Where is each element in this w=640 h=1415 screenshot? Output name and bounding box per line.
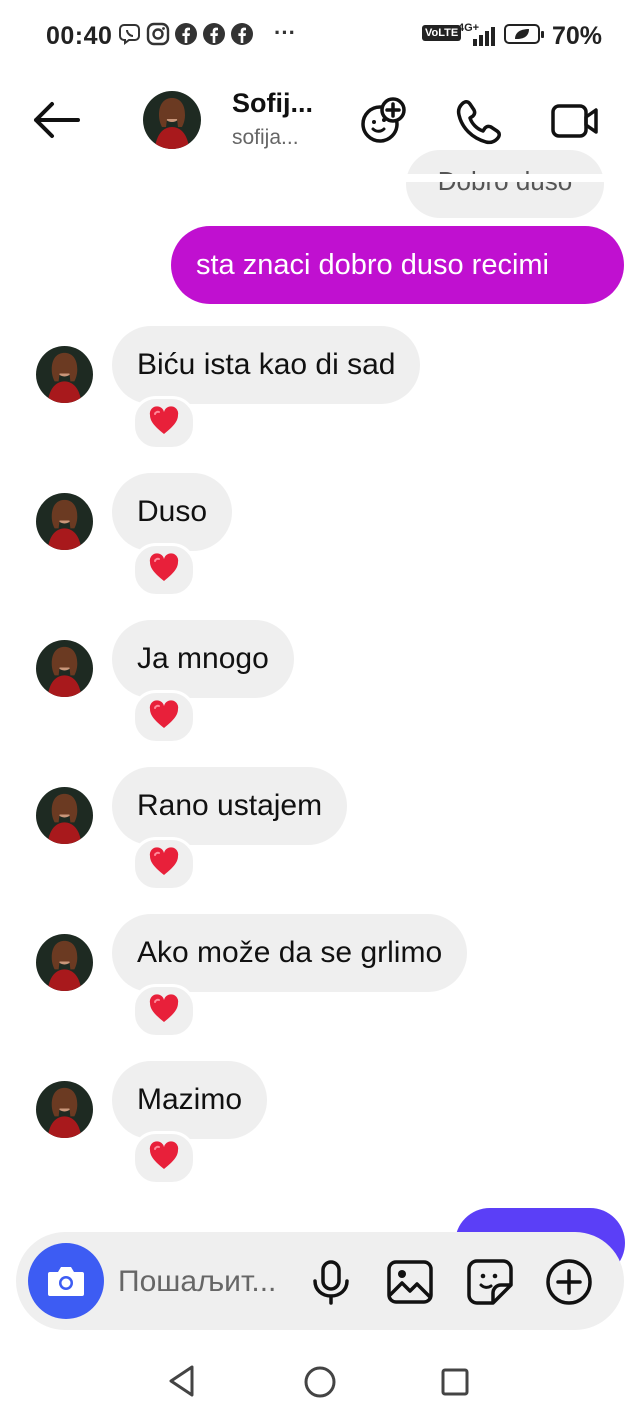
received-message-bubble[interactable]: Ako može da se grlimo	[112, 914, 468, 992]
contact-avatar[interactable]	[143, 91, 201, 149]
sender-avatar[interactable]	[36, 934, 93, 991]
sender-avatar[interactable]	[36, 640, 93, 697]
plus-circle-icon	[546, 1259, 592, 1305]
arrow-left-icon	[34, 102, 80, 138]
gallery-button[interactable]	[385, 1257, 435, 1307]
battery-level: 70%	[552, 22, 603, 50]
viber-icon	[118, 22, 142, 46]
nav-home-button[interactable]	[303, 1365, 337, 1404]
video-call-button[interactable]	[550, 96, 600, 146]
video-camera-icon	[551, 104, 598, 138]
nav-recents-button[interactable]	[440, 1367, 470, 1402]
image-icon	[387, 1260, 433, 1304]
circle-home-icon	[304, 1366, 336, 1398]
nav-back-button[interactable]	[166, 1364, 198, 1403]
heart-icon	[148, 993, 180, 1029]
heart-reaction-badge[interactable]	[132, 984, 196, 1038]
audio-call-button[interactable]	[454, 96, 504, 146]
heart-icon	[148, 1140, 180, 1176]
sender-avatar[interactable]	[36, 787, 93, 844]
heart-reaction-badge[interactable]	[132, 396, 196, 450]
instagram-icon	[146, 22, 170, 46]
received-message-bubble[interactable]: Rano ustajem	[112, 767, 348, 845]
previous-message-bubble[interactable]: Dobro duso	[406, 150, 604, 218]
microphone-icon	[313, 1260, 349, 1305]
message-input[interactable]	[118, 1258, 294, 1306]
square-recents-icon	[441, 1368, 469, 1396]
more-notifications-icon: ···	[274, 20, 296, 45]
sender-avatar[interactable]	[36, 1081, 93, 1138]
voice-message-button[interactable]	[306, 1257, 356, 1307]
contact-name[interactable]: Sofij...	[232, 88, 313, 119]
phone-icon	[456, 100, 501, 145]
heart-icon	[148, 699, 180, 735]
notification-icons	[118, 22, 254, 46]
heart-icon	[148, 552, 180, 588]
facebook-icon	[230, 22, 254, 46]
sent-message-bubble[interactable]: sta znaci dobro duso recimi	[171, 226, 624, 304]
heart-reaction-badge[interactable]	[132, 690, 196, 744]
received-message-bubble[interactable]: Biću ista kao di sad	[112, 326, 421, 404]
heart-icon	[148, 846, 180, 882]
heart-reaction-badge[interactable]	[132, 1131, 196, 1185]
sender-avatar[interactable]	[36, 493, 93, 550]
received-message-bubble[interactable]: Ja mnogo	[112, 620, 294, 698]
received-message-bubble[interactable]: Duso	[112, 473, 233, 551]
heart-reaction-badge[interactable]	[132, 543, 196, 597]
add-people-button[interactable]	[358, 96, 408, 146]
sticker-button[interactable]	[465, 1257, 515, 1307]
signal-icon	[472, 26, 498, 51]
heart-reaction-badge[interactable]	[132, 837, 196, 891]
more-options-button[interactable]	[544, 1257, 594, 1307]
facebook-icon	[202, 22, 226, 46]
status-time: 00:40	[46, 22, 113, 50]
heart-icon	[148, 405, 180, 441]
received-message-bubble[interactable]: Mazimo	[112, 1061, 268, 1139]
camera-icon	[48, 1267, 84, 1296]
camera-button[interactable]	[28, 1243, 104, 1319]
back-button[interactable]	[28, 96, 84, 144]
volte-badge: VoLTE	[422, 25, 462, 41]
sender-avatar[interactable]	[36, 346, 93, 403]
triangle-back-icon	[169, 1365, 194, 1397]
header-fade	[0, 174, 640, 182]
sticker-icon	[467, 1259, 513, 1305]
android-nav-bar	[0, 1340, 640, 1415]
smiley-plus-icon	[361, 97, 406, 143]
facebook-icon	[174, 22, 198, 46]
battery-icon	[504, 24, 544, 44]
status-bar: 00:40 ··· VoLTE 4G+ 70%	[0, 0, 640, 74]
contact-username[interactable]: sofija...	[232, 126, 299, 150]
